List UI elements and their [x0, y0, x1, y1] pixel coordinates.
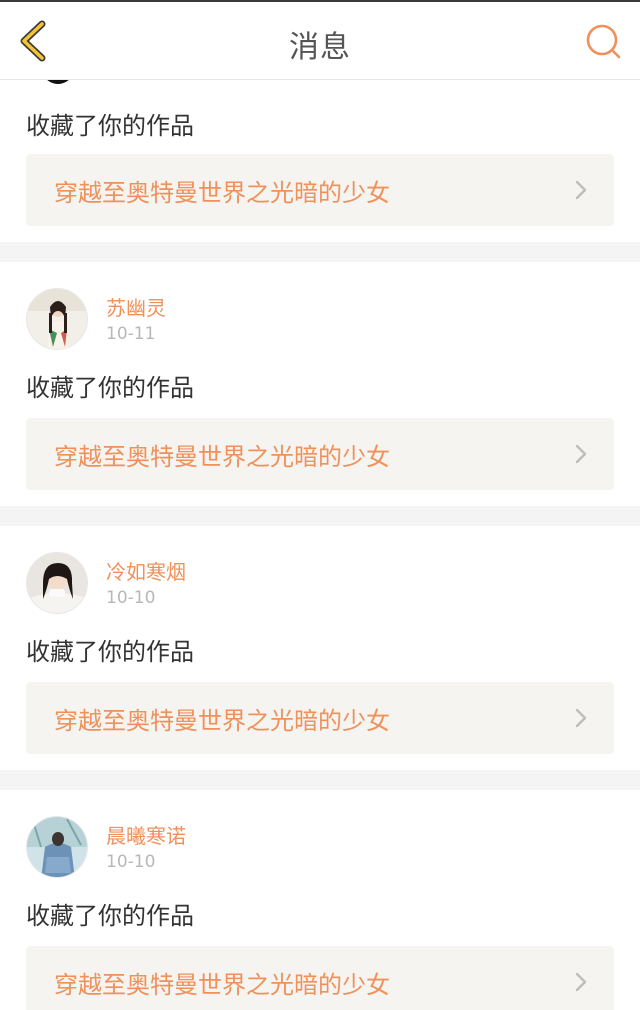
chevron-right-icon	[575, 972, 587, 992]
chevron-right-icon	[575, 708, 587, 728]
user-row: 晨曦寒诺 10-10	[26, 816, 326, 878]
work-title: 穿越至奥特曼世界之光暗的少女	[54, 707, 390, 735]
avatar[interactable]	[26, 552, 88, 614]
avatar[interactable]	[26, 816, 88, 878]
timestamp: 10-11	[106, 324, 156, 344]
work-title: 穿越至奥特曼世界之光暗的少女	[54, 179, 390, 207]
username[interactable]: 冷如寒烟	[106, 556, 186, 585]
timestamp: 10-10	[106, 852, 156, 872]
message-feed[interactable]: 收藏了你的作品 穿越至奥特曼世界之光暗的少女 苏幽灵 10-11 收藏了你的作品…	[0, 0, 640, 1010]
notification-action: 收藏了你的作品	[26, 638, 194, 666]
notification-action: 收藏了你的作品	[26, 902, 194, 930]
search-icon	[586, 24, 621, 59]
timestamp: 10-10	[106, 588, 156, 608]
chevron-right-icon	[575, 180, 587, 200]
work-title: 穿越至奥特曼世界之光暗的少女	[54, 443, 390, 471]
work-link[interactable]: 穿越至奥特曼世界之光暗的少女	[26, 682, 614, 754]
notification-action: 收藏了你的作品	[26, 112, 194, 140]
notification-card: 苏幽灵 10-11 收藏了你的作品 穿越至奥特曼世界之光暗的少女	[0, 262, 640, 506]
user-row: 冷如寒烟 10-10	[26, 552, 326, 614]
notification-card: 冷如寒烟 10-10 收藏了你的作品 穿越至奥特曼世界之光暗的少女	[0, 526, 640, 770]
nav-header: 消息	[0, 2, 640, 80]
work-link[interactable]: 穿越至奥特曼世界之光暗的少女	[26, 154, 614, 226]
notification-card: 晨曦寒诺 10-10 收藏了你的作品 穿越至奥特曼世界之光暗的少女	[0, 790, 640, 1010]
user-row: 苏幽灵 10-11	[26, 288, 326, 350]
page-title: 消息	[289, 30, 351, 65]
avatar[interactable]	[26, 288, 88, 350]
username[interactable]: 苏幽灵	[106, 292, 166, 321]
work-link[interactable]: 穿越至奥特曼世界之光暗的少女	[26, 946, 614, 1010]
username[interactable]: 晨曦寒诺	[106, 820, 186, 849]
work-link[interactable]: 穿越至奥特曼世界之光暗的少女	[26, 418, 614, 490]
chevron-right-icon	[575, 444, 587, 464]
work-title: 穿越至奥特曼世界之光暗的少女	[54, 971, 390, 999]
notification-action: 收藏了你的作品	[26, 374, 194, 402]
search-button[interactable]	[584, 22, 624, 62]
